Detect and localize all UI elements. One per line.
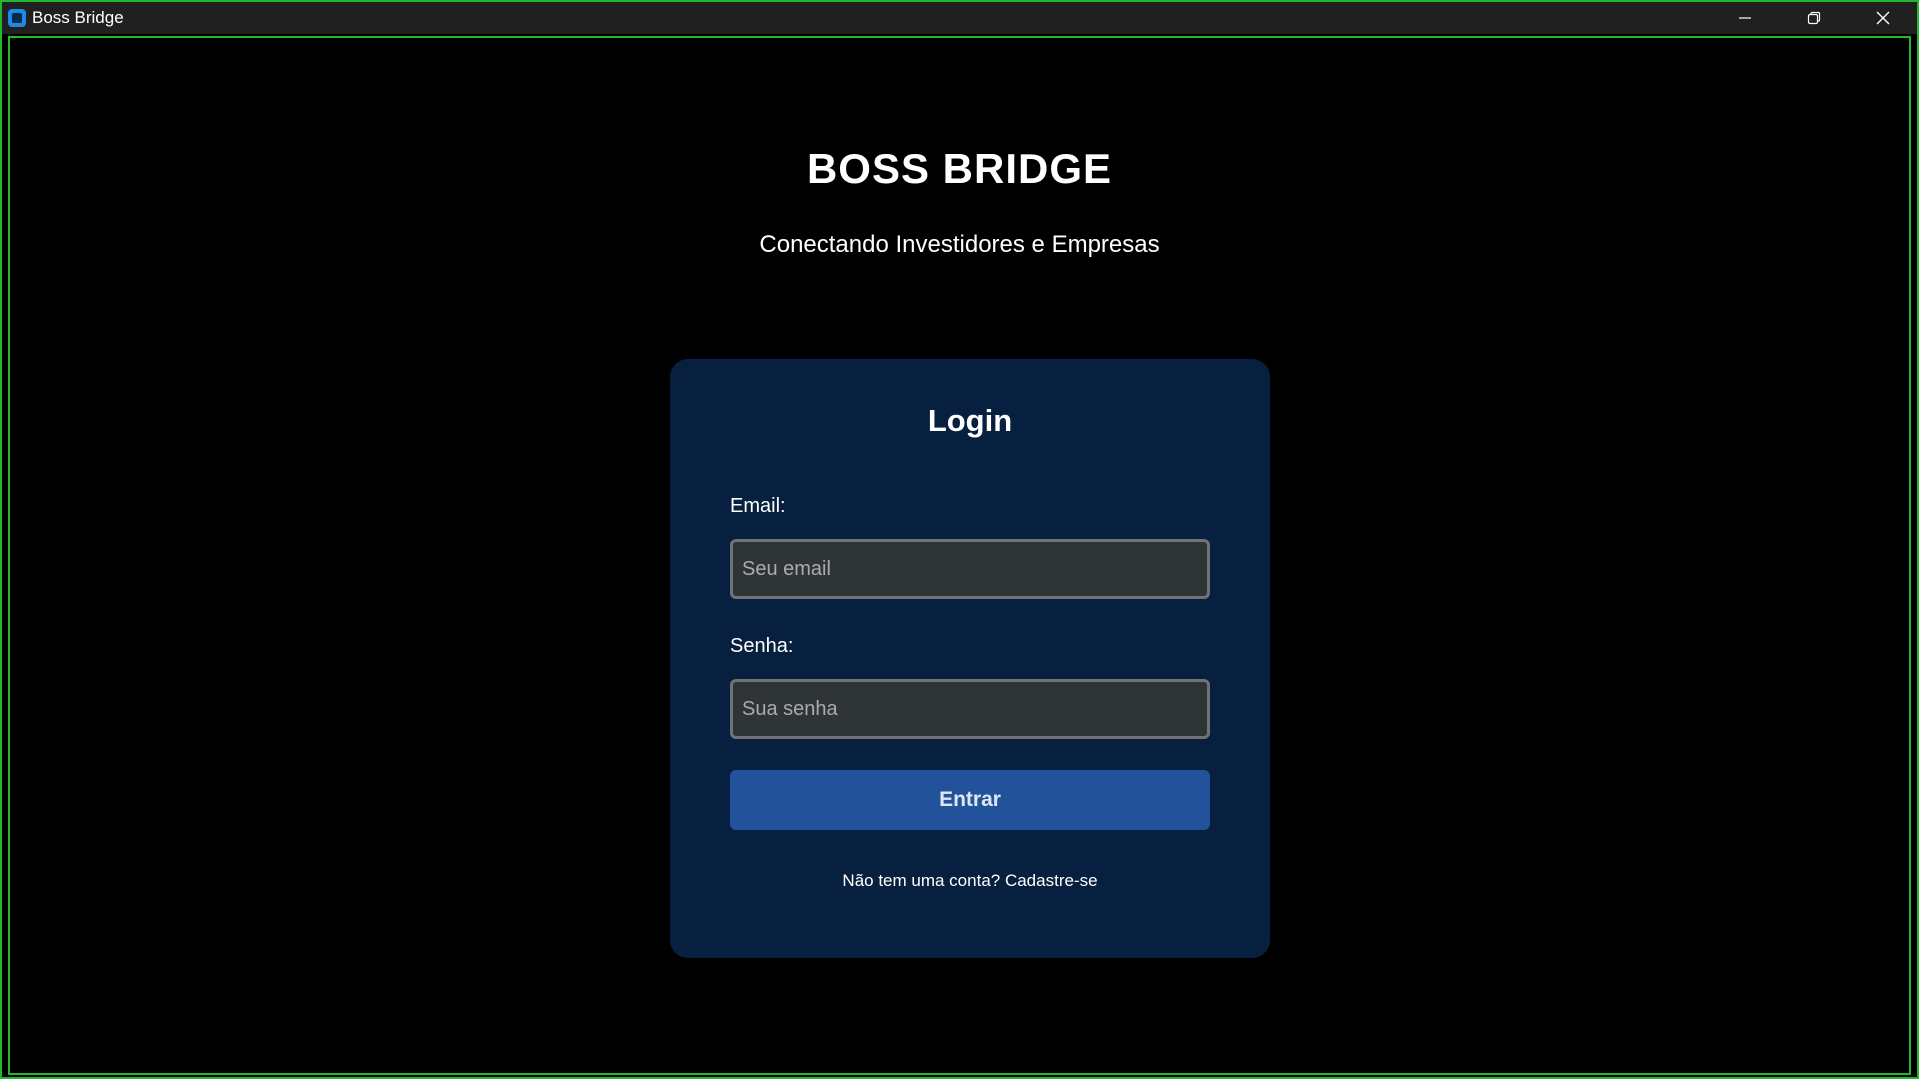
app-icon [8,9,26,27]
password-label: Senha: [730,635,794,657]
window-title: Boss Bridge [32,8,124,27]
brand-title: BOSS BRIDGE [806,145,1113,192]
signup-row: Não tem uma conta? Cadastre-se [670,871,1270,891]
signup-prompt: Não tem uma conta? [842,871,1005,890]
login-button[interactable]: Entrar [730,770,1210,830]
login-card: Login Email: Senha: Entrar Não tem uma c… [670,359,1270,958]
title-bar[interactable]: Boss Bridge [2,2,1917,34]
app-window: Boss Bridge BOSS BRIDGE Conectando Inves… [0,0,1919,1079]
restore-icon [1807,11,1820,25]
app-content: BOSS BRIDGE Conectando Investidores e Em… [8,36,1911,1075]
email-input[interactable] [730,539,1210,599]
signup-link[interactable]: Cadastre-se [1005,871,1098,890]
email-label: Email: [730,495,786,517]
minimize-icon [1738,17,1751,19]
close-button[interactable] [1848,2,1917,34]
login-title: Login [927,403,1013,438]
restore-button[interactable] [1779,2,1848,34]
password-input[interactable] [730,679,1210,739]
minimize-button[interactable] [1710,2,1779,34]
brand-subtitle: Conectando Investidores e Empresas [759,231,1160,258]
close-icon [1876,11,1889,25]
window-controls [1710,2,1917,34]
